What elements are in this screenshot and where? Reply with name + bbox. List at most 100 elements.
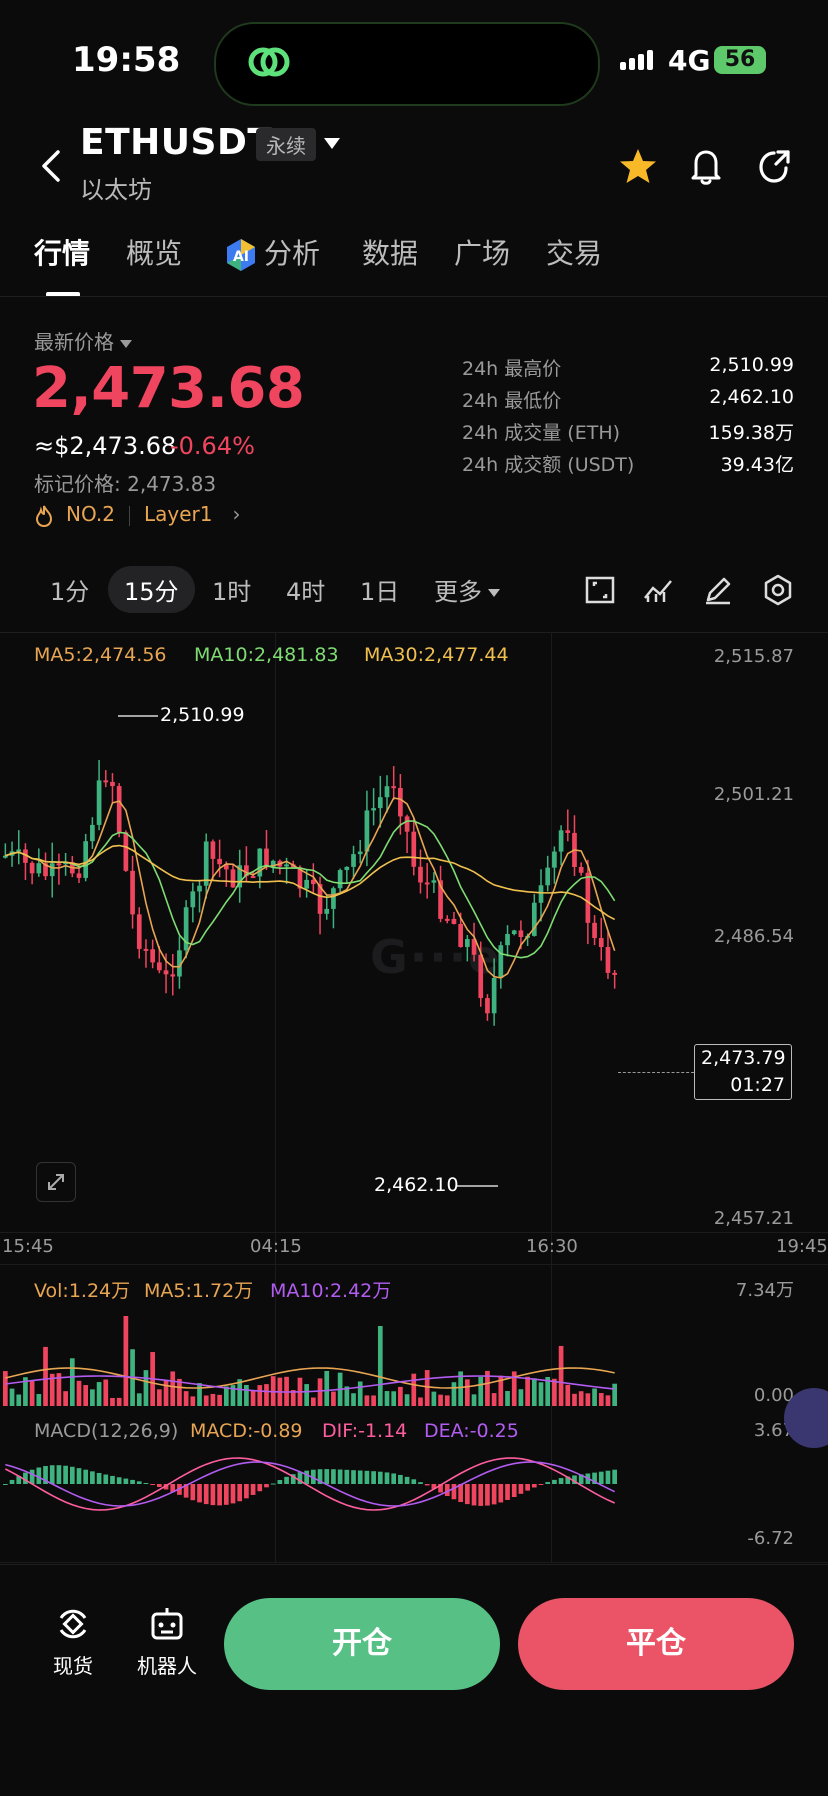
- candle-body: [545, 867, 551, 886]
- stat-row: 24h 成交量 (ETH) 159.38万: [462, 418, 794, 450]
- symbol-dropdown-icon[interactable]: [324, 138, 340, 149]
- ranking-row[interactable]: NO.2 Layer1 ›: [34, 502, 240, 527]
- tab-overview[interactable]: 概览: [126, 232, 182, 272]
- fullscreen-chart-icon[interactable]: [584, 574, 616, 606]
- macd-bar: [83, 1469, 89, 1484]
- macd-bar: [344, 1469, 350, 1484]
- macd-bar: [498, 1484, 504, 1503]
- macd-bar: [424, 1484, 430, 1486]
- candle-body: [552, 851, 557, 868]
- volume-bar: [3, 1371, 8, 1406]
- interval-1d[interactable]: 1日: [360, 572, 399, 607]
- volume-bar: [203, 1395, 209, 1406]
- macd-bar: [337, 1469, 343, 1484]
- tab-square[interactable]: 广场: [454, 232, 510, 272]
- interval-15m[interactable]: 15分: [108, 566, 195, 613]
- volume-bar: [578, 1391, 584, 1406]
- bot-button[interactable]: 机器人: [132, 1604, 202, 1679]
- stat-value: 2,510.99: [709, 354, 794, 376]
- robot-icon: [151, 1608, 183, 1640]
- macd-bar: [364, 1470, 370, 1484]
- tab-market[interactable]: 行情: [34, 232, 90, 272]
- indicator-icon[interactable]: [642, 574, 674, 606]
- macd-bar: [558, 1478, 564, 1484]
- share-icon[interactable]: [756, 146, 794, 186]
- volume-bar: [183, 1391, 189, 1406]
- volume-bar: [197, 1383, 202, 1406]
- y-tick: 2,501.21: [713, 784, 794, 805]
- stat-value: 39.43亿: [720, 454, 794, 476]
- volume-bar: [311, 1397, 316, 1406]
- candle-body: [605, 947, 611, 973]
- interval-more[interactable]: 更多: [434, 572, 500, 607]
- symbol-title[interactable]: ETHUSDT: [80, 122, 272, 163]
- candle-body: [264, 848, 269, 867]
- volume-bar: [9, 1388, 15, 1406]
- volume-bar: [598, 1393, 604, 1406]
- close-position-button[interactable]: 平仓: [518, 1598, 794, 1690]
- macd-bar: [223, 1484, 229, 1505]
- candlestick-chart[interactable]: [0, 640, 828, 1240]
- expand-chart-button[interactable]: [36, 1162, 76, 1202]
- candle-body: [478, 954, 484, 999]
- stat-row: 24h 最低价 2,462.10: [462, 386, 794, 418]
- expand-icon: [48, 1174, 64, 1190]
- price-type-label: 最新价格: [34, 330, 114, 354]
- macd-bar: [264, 1484, 269, 1488]
- back-arrow-icon[interactable]: [36, 146, 66, 186]
- candle-body: [511, 930, 517, 935]
- stat-value: 2,462.10: [709, 386, 794, 408]
- draw-pen-icon[interactable]: [702, 574, 734, 606]
- macd-bar: [411, 1479, 417, 1484]
- candle-body: [444, 918, 450, 921]
- candle-body: [565, 830, 571, 833]
- candle-body: [538, 885, 544, 903]
- candle-body: [284, 864, 289, 867]
- macd-bar: [130, 1479, 135, 1484]
- stat-row: 24h 最高价 2,510.99: [462, 354, 794, 386]
- interval-1h[interactable]: 1时: [212, 572, 251, 607]
- favorite-star-icon[interactable]: [618, 146, 658, 186]
- divider: [0, 1564, 828, 1565]
- tab-trade[interactable]: 交易: [546, 232, 602, 272]
- x-tick: 15:45: [2, 1236, 54, 1257]
- spot-icon: [59, 1609, 87, 1639]
- spot-button[interactable]: 现货: [38, 1604, 108, 1679]
- grid-line: [0, 1562, 828, 1563]
- network-type: 4G: [668, 44, 711, 77]
- interval-1m[interactable]: 1分: [50, 572, 89, 607]
- price-type-selector[interactable]: 最新价格: [34, 326, 132, 355]
- volume-label: Vol:1.24万: [34, 1280, 131, 1302]
- x-tick: 04:15: [250, 1236, 302, 1257]
- bell-icon[interactable]: [688, 146, 724, 186]
- macd-bar: [398, 1474, 403, 1484]
- candle-body: [83, 841, 89, 878]
- high-price-label: 2,510.99: [160, 704, 245, 726]
- volume-bar: [190, 1396, 196, 1406]
- volume-bar: [431, 1391, 437, 1406]
- volume-bar: [244, 1384, 249, 1406]
- signal-icon: [620, 50, 656, 70]
- tab-data[interactable]: 数据: [362, 232, 418, 272]
- interval-4h[interactable]: 4时: [286, 572, 325, 607]
- candle-body: [558, 830, 564, 852]
- status-bar: 19:58 4G 56: [0, 0, 828, 120]
- candle-body: [344, 866, 350, 871]
- candle-body: [49, 863, 55, 877]
- tab-analysis[interactable]: AI 分析: [224, 232, 320, 272]
- open-position-button[interactable]: 开仓: [224, 1598, 500, 1690]
- volume-bar: [444, 1395, 450, 1406]
- volume-bar: [223, 1386, 229, 1406]
- svg-text:AI: AI: [233, 249, 249, 265]
- candle-body: [431, 880, 437, 883]
- settings-icon[interactable]: [762, 574, 794, 606]
- current-price-tag[interactable]: 2,473.79 01:27: [694, 1044, 792, 1100]
- candle-body: [592, 922, 597, 939]
- volume-bar: [90, 1389, 95, 1406]
- ma10-line: [5, 820, 616, 959]
- stat-value: 159.38万: [708, 422, 794, 444]
- volume-bar: [170, 1371, 176, 1406]
- dif-value: DIF:-1.14: [322, 1420, 408, 1442]
- volume-bar: [96, 1382, 102, 1406]
- volume-bar: [371, 1395, 376, 1406]
